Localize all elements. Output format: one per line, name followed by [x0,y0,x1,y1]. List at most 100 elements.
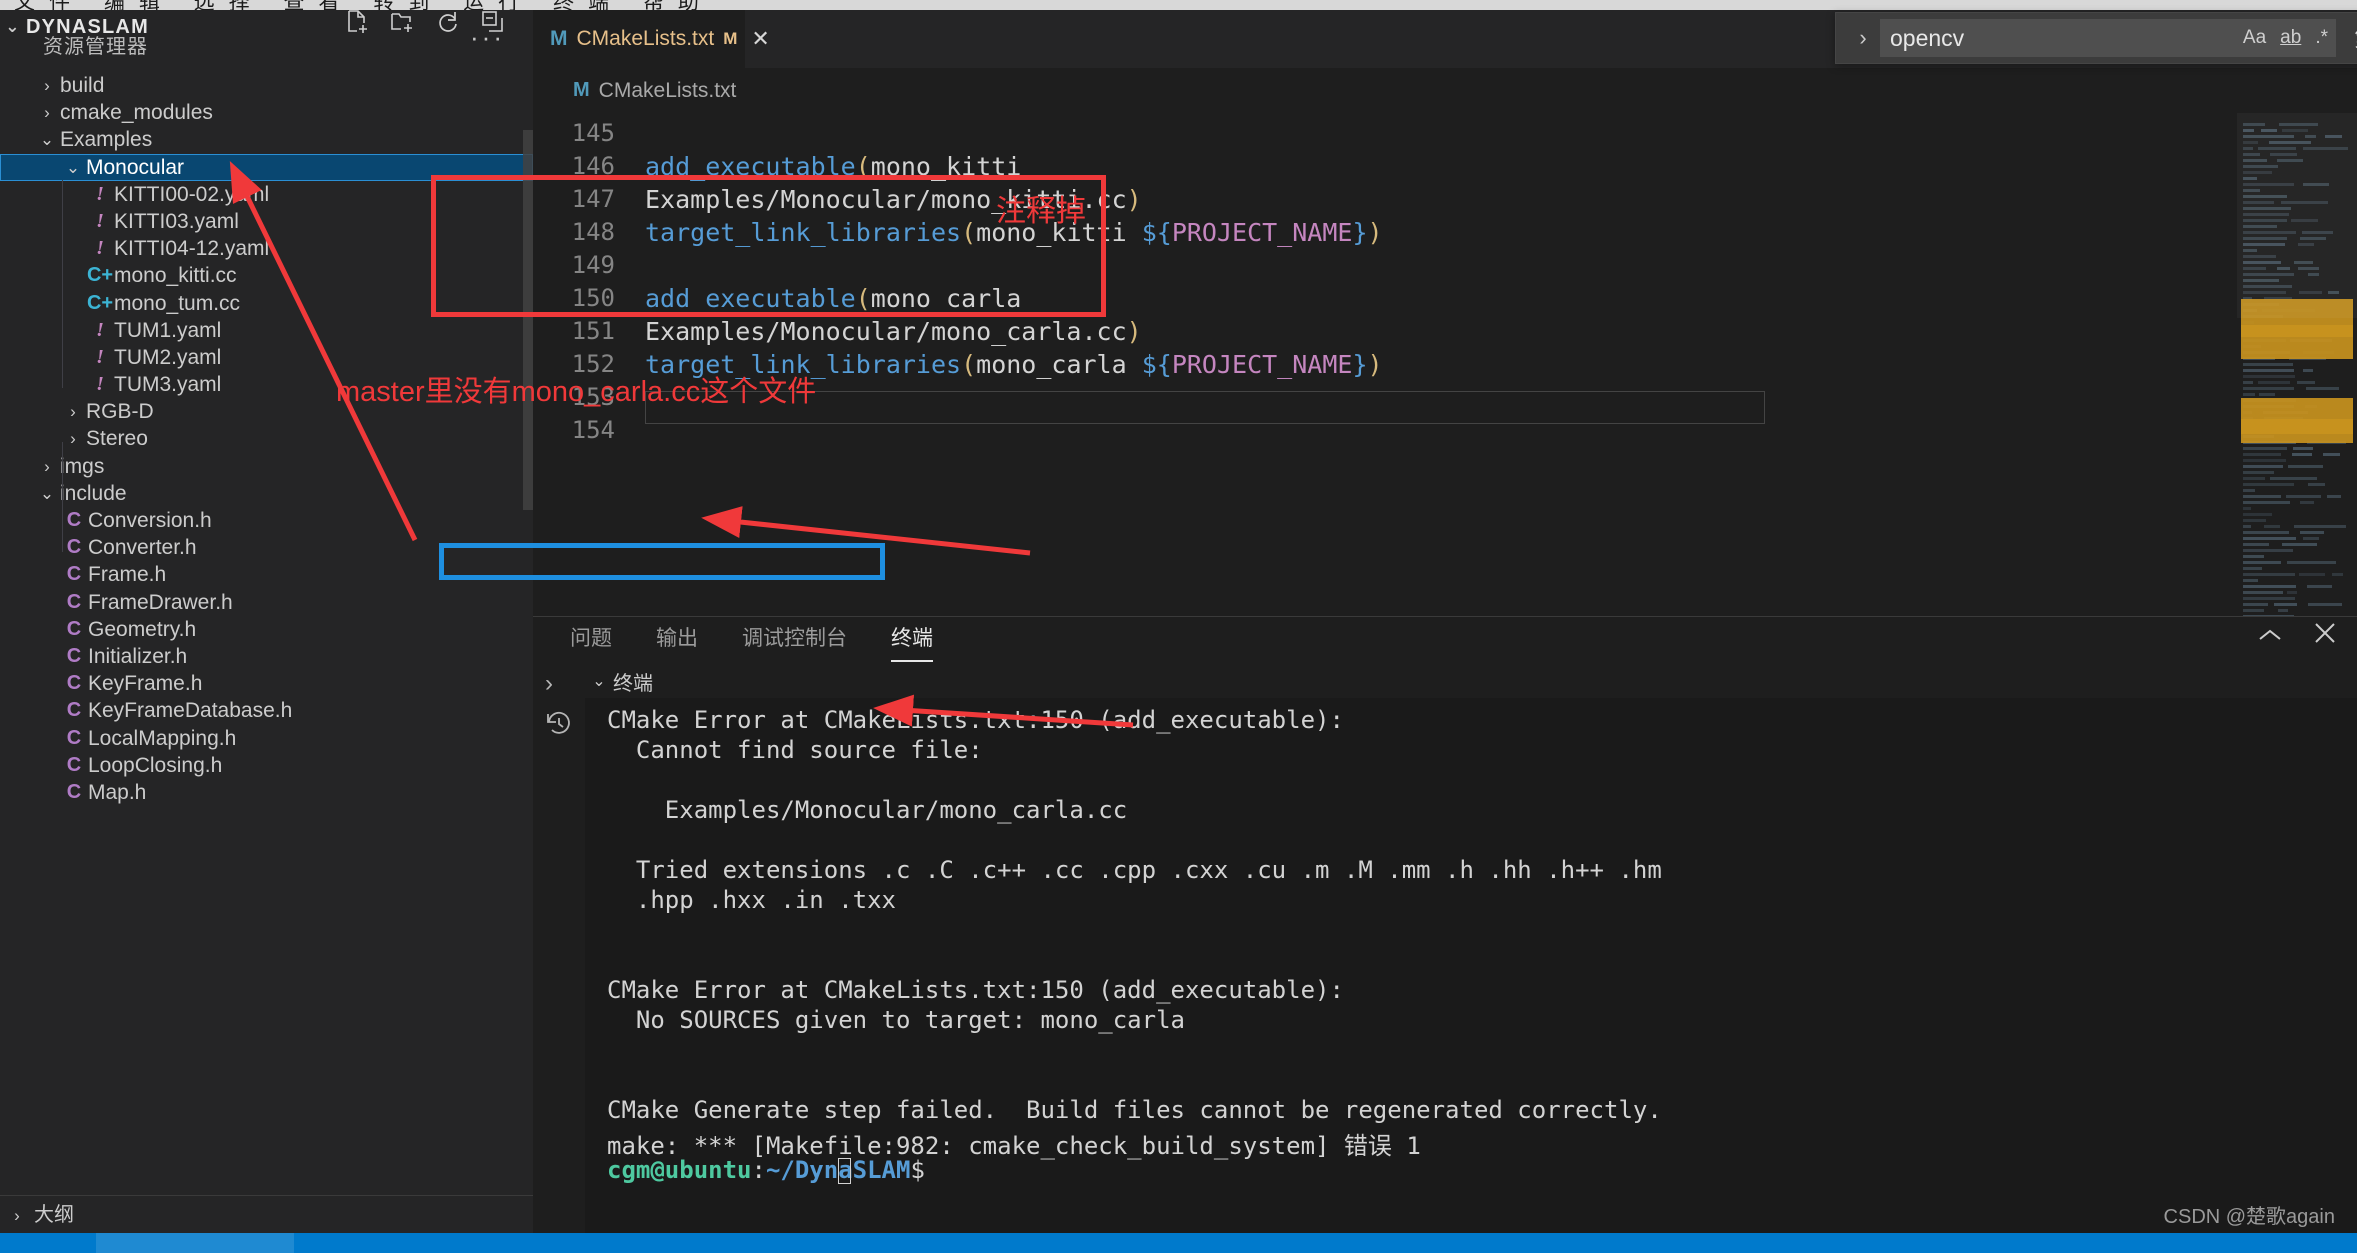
sidebar-item-monocular[interactable]: ⌄Monocular [0,154,533,181]
sidebar-item-include[interactable]: ⌄include [0,480,533,507]
panel-tab-调试控制台[interactable]: 调试控制台 [742,622,847,659]
close-panel-button[interactable] [2313,621,2337,652]
sidebar-item-frame-h[interactable]: CFrame.h [0,561,533,588]
sidebar-item-mono-kitti-cc[interactable]: C+mono_kitti.cc [0,262,533,289]
minimap-line [2292,453,2312,456]
code-token: mono_carla [871,284,1022,313]
use-regex-option[interactable]: .* [2315,27,2328,49]
sidebar-item-conversion-h[interactable]: CConversion.h [0,507,533,534]
status-bar[interactable] [0,1233,2357,1253]
sidebar-item-kitti04-12-yaml[interactable]: !KITTI04-12.yaml [0,235,533,262]
sidebar-item-framedrawer-h[interactable]: CFrameDrawer.h [0,589,533,616]
minimap-line [2243,567,2262,570]
find-widget[interactable]: › opencv Aa ab .* 第 13 项, 共 13 项 ↑ ↓ ≡ ✕ [1835,12,2357,64]
new-folder-icon[interactable] [391,10,415,45]
prompt-sigil: $ [910,1156,939,1184]
yaml-file-icon: ! [86,371,114,398]
minimap-line [2308,483,2325,486]
sidebar-item-stereo[interactable]: ›Stereo [0,425,533,452]
sidebar-scrollbar[interactable] [523,130,533,510]
minimap-line [2243,471,2274,474]
minimap-line [2308,603,2342,606]
sidebar-item-label: include [60,482,127,505]
terminal-view[interactable]: › ⌄终端 CMake Error at CMakeLists.txt:150 … [533,664,2357,1233]
sidebar-item-localmapping-h[interactable]: CLocalMapping.h [0,725,533,752]
editor-tab-cmakelists[interactable]: M CMakeLists.txt M ✕ [533,10,745,68]
minimap-line [2243,465,2283,468]
new-file-icon[interactable] [347,10,369,45]
match-case-option[interactable]: Aa [2243,27,2266,49]
minimap-line [2327,495,2341,498]
outline-section[interactable]: ›大纲 [0,1195,533,1233]
minimap-line [2243,459,2286,462]
minimap-line [2282,543,2318,546]
terminal-group-header[interactable]: ⌄终端 [585,664,2357,698]
sidebar-item-map-h[interactable]: CMap.h [0,779,533,806]
history-icon[interactable] [545,710,573,745]
annotation-missing-file: master里没有mono_carla.cc这个文件 [336,368,816,410]
maximize-panel-button[interactable] [2257,623,2283,651]
terminal-output[interactable]: CMake Error at CMakeLists.txt:150 (add_e… [585,698,2357,1233]
close-icon[interactable]: ✕ [751,26,769,52]
minimap-line [2270,477,2317,480]
sidebar-item-keyframedatabase-h[interactable]: CKeyFrameDatabase.h [0,697,533,724]
minimap-line [2243,555,2264,558]
indent-guide [62,442,63,552]
sidebar-item-kitti03-yaml[interactable]: !KITTI03.yaml [0,208,533,235]
panel-tab-问题[interactable]: 问题 [570,622,612,659]
file-tree[interactable]: ›build›cmake_modules⌄Examples⌄Monocular!… [0,72,533,1182]
explorer-root-row[interactable]: ⌄DYNASLAM [0,10,533,44]
minimap-line [2259,393,2275,396]
sidebar-item-loopclosing-h[interactable]: CLoopClosing.h [0,752,533,779]
code-line[interactable]: add_executable(mono_kitti [645,152,1021,181]
minimap-line [2243,387,2294,390]
panel-tab-输出[interactable]: 输出 [656,622,698,659]
h-file-icon: C [60,589,88,616]
minimap-line [2243,519,2266,522]
toggle-replace-icon[interactable]: › [1846,25,1880,51]
minimap-line [2243,495,2281,498]
cmake-file-icon: M [550,27,568,51]
collapse-all-icon[interactable] [481,10,505,45]
code-token: mono_kitti [871,152,1022,181]
sidebar-item-cmake-modules[interactable]: ›cmake_modules [0,99,533,126]
terminal-line: Tried extensions .c .C .c++ .cc .cpp .cx… [607,856,1662,884]
status-segment[interactable] [96,1233,294,1253]
code-token: target_link_libraries [645,218,961,247]
breadcrumb[interactable]: M CMakeLists.txt [533,68,2357,113]
sidebar-item-tum2-yaml[interactable]: !TUM2.yaml [0,344,533,371]
line-number: 147 [533,185,615,213]
sidebar-item-imgs[interactable]: ›imgs [0,453,533,480]
h-file-icon: C [60,507,88,534]
sidebar-item-keyframe-h[interactable]: CKeyFrame.h [0,670,533,697]
minimap-line [2274,603,2297,606]
refresh-icon[interactable] [437,10,459,45]
chevron-right-icon[interactable]: › [545,670,553,698]
sidebar-item-kitti00-02-yaml[interactable]: !KITTI00-02.yaml [0,181,533,208]
minimap-line [2243,585,2296,588]
code-line[interactable]: Examples/Monocular/mono_carla.cc) [645,317,1142,346]
sidebar-item-geometry-h[interactable]: CGeometry.h [0,616,533,643]
sidebar-item-converter-h[interactable]: CConverter.h [0,534,533,561]
panel-tab-list[interactable]: 问题 输出 调试控制台 终端 [533,617,2357,664]
sidebar-item-tum1-yaml[interactable]: !TUM1.yaml [0,317,533,344]
sidebar-item-initializer-h[interactable]: CInitializer.h [0,643,533,670]
match-whole-word-option[interactable]: ab [2280,27,2301,49]
minimap-line [2243,549,2293,552]
minimap-line [2243,447,2287,450]
code-line[interactable]: add_executable(mono_carla [645,284,1021,313]
sidebar-item-label: Conversion.h [88,509,212,532]
minimap-line [2243,489,2255,492]
h-file-icon: C [60,697,88,724]
menu-bar[interactable]: 文件 编辑 选择 查看 转到 运行 终端 帮助 [0,0,2357,10]
code-token: Examples/Monocular/mono_carla.cc [645,317,1127,346]
minimap-slider[interactable] [2237,113,2357,318]
sidebar-item-examples[interactable]: ⌄Examples [0,126,533,153]
sidebar-item-label: Map.h [88,781,146,804]
find-input[interactable]: opencv Aa ab .* [1880,19,2336,57]
chevron-down-icon: ⌄ [34,480,60,507]
panel-tab-终端[interactable]: 终端 [891,622,933,659]
h-file-icon: C [60,534,88,561]
sidebar-item-mono-tum-cc[interactable]: C+mono_tum.cc [0,290,533,317]
sidebar-item-build[interactable]: ›build [0,72,533,99]
